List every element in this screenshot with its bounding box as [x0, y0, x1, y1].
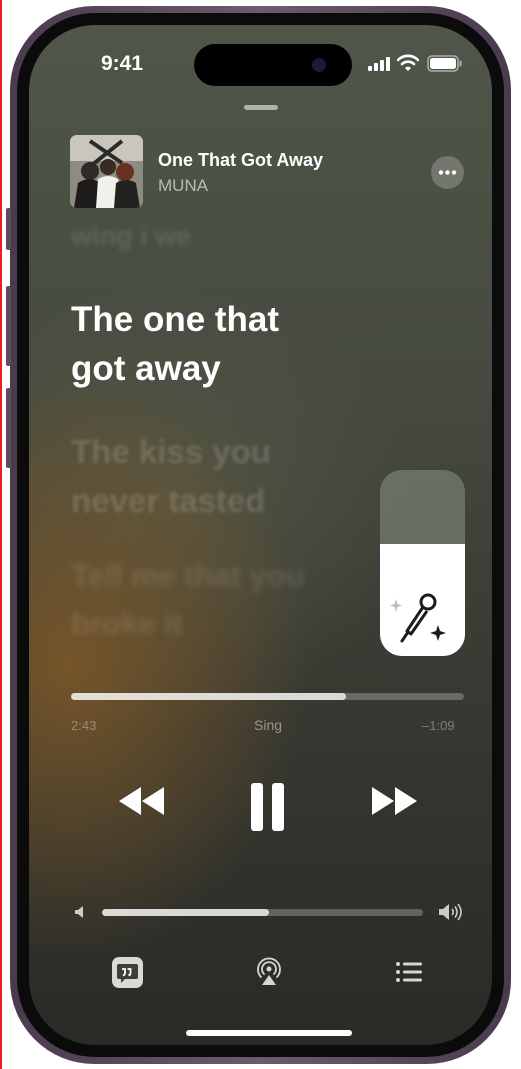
playback-progress-fill: [71, 693, 347, 700]
sheet-grabber[interactable]: [244, 105, 278, 110]
wifi-icon: [397, 54, 419, 71]
volume-high-icon: [439, 903, 462, 921]
more-button[interactable]: [431, 156, 464, 189]
action-button: [6, 208, 11, 250]
cellular-signal-icon: [368, 57, 390, 71]
lyric-line-upcoming[interactable]: Tell me that you broke it: [71, 552, 391, 648]
rewind-icon: [119, 787, 141, 815]
remaining-time: –1:09: [422, 718, 455, 733]
front-camera: [312, 58, 326, 72]
airplay-button[interactable]: [255, 957, 283, 987]
elapsed-time: 2:43: [71, 718, 97, 733]
status-time: 9:41: [101, 52, 144, 75]
lyric-text: got away: [71, 349, 221, 388]
volume-slider[interactable]: [102, 909, 423, 916]
lyric-line-next[interactable]: The kiss you never tasted: [71, 427, 371, 525]
volume-up-button: [6, 286, 11, 366]
playback-scrubber[interactable]: [71, 693, 464, 700]
home-indicator[interactable]: [186, 1030, 352, 1036]
pause-button[interactable]: [248, 781, 288, 833]
artist-name[interactable]: MUNA: [158, 176, 208, 196]
lyric-line-previous[interactable]: wing i we: [71, 221, 191, 252]
lyric-text: never tasted: [71, 482, 266, 519]
volume-level-fill: [102, 909, 269, 916]
left-edge-line: [0, 0, 2, 1069]
queue-icon: [396, 962, 422, 982]
lyrics-button[interactable]: [111, 956, 144, 989]
fast-forward-button[interactable]: [370, 783, 420, 819]
volume-low-icon: [75, 906, 83, 918]
album-artwork: [70, 135, 143, 208]
volume-down-button: [6, 388, 11, 468]
lyric-text: The one that: [71, 300, 280, 339]
pause-icon: [251, 783, 263, 831]
sing-mode-label: Sing: [254, 717, 283, 733]
fast-forward-icon: [372, 787, 394, 815]
more-icon: [438, 170, 457, 175]
microphone-sparkle-icon: [390, 593, 446, 643]
queue-button[interactable]: [395, 961, 423, 983]
lyric-text: broke it: [71, 606, 183, 641]
dynamic-island: [194, 44, 352, 86]
battery-icon: [427, 55, 462, 72]
vocal-volume-slider[interactable]: [380, 470, 465, 656]
song-title: One That Got Away: [158, 150, 324, 170]
rewind-button[interactable]: [116, 783, 166, 819]
phone-screen: 9:41 One That Got Away MUNA wing i we Th…: [29, 25, 492, 1045]
lyric-line-current[interactable]: The one that got away: [71, 295, 371, 393]
lyric-text: Tell me that you: [71, 558, 305, 593]
lyric-text: The kiss you: [71, 433, 271, 470]
